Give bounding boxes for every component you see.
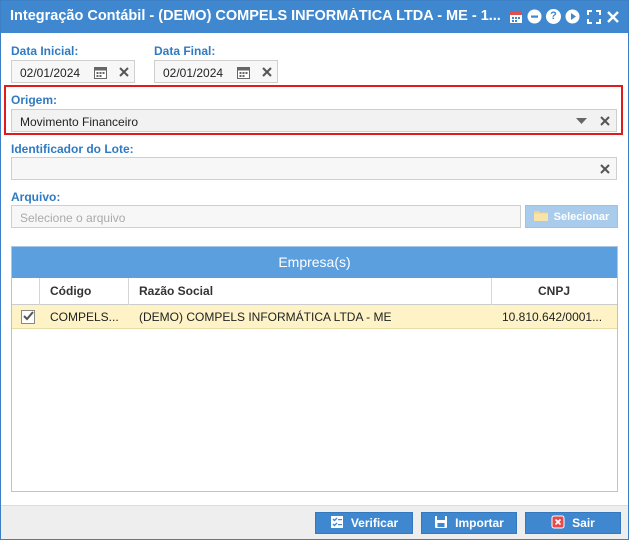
arquivo-placeholder: Selecione o arquivo [20,211,126,225]
dialog-window: Integração Contábil - (DEMO) COMPELS INF… [0,0,629,540]
column-header-codigo[interactable]: Código [40,278,129,305]
data-final-label: Data Final: [154,44,216,58]
title-bar[interactable]: Integração Contábil - (DEMO) COMPELS INF… [1,1,628,33]
minimize-icon[interactable] [527,9,542,24]
table-row[interactable]: COMPELS... (DEMO) COMPELS INFORMÁTICA LT… [12,305,617,329]
clear-icon[interactable] [597,161,613,177]
selecionar-button[interactable]: Selecionar [525,205,618,228]
select-column-header[interactable] [12,278,40,305]
window-title: Integração Contábil - (DEMO) COMPELS INF… [10,8,501,24]
clear-icon[interactable] [259,64,275,80]
data-inicial-field[interactable]: 02/01/2024 [11,60,135,83]
arquivo-field[interactable]: Selecione o arquivo [11,205,521,228]
exit-icon [551,515,565,532]
identificador-lote-label: Identificador do Lote: [11,142,134,156]
origem-value: Movimento Financeiro [20,115,139,129]
close-icon[interactable] [605,9,620,24]
data-final-field[interactable]: 02/01/2024 [154,60,278,83]
chevron-down-icon[interactable] [573,113,589,129]
cell-codigo: COMPELS... [50,310,119,324]
importar-button[interactable]: Importar [421,512,517,534]
checklist-icon [330,515,344,532]
help-icon[interactable]: ? [546,9,561,24]
cell-cnpj: 10.810.642/0001... [502,310,603,324]
sair-label: Sair [572,516,595,530]
identificador-lote-field[interactable] [11,157,617,180]
verificar-label: Verificar [350,516,399,530]
data-inicial-label: Data Inicial: [11,44,79,58]
importar-label: Importar [455,516,504,530]
verificar-button[interactable]: Verificar [315,512,413,534]
grid-header: Código Razão Social CNPJ [12,278,617,305]
row-checkbox[interactable] [21,310,35,324]
column-header-razao-social[interactable]: Razão Social [129,278,492,305]
folder-icon [533,210,548,224]
play-icon[interactable] [565,9,580,24]
save-icon [434,515,448,532]
selecionar-label: Selecionar [553,210,610,223]
clear-icon[interactable] [116,64,132,80]
calendar-icon[interactable] [508,9,523,24]
calendar-picker-icon[interactable] [235,64,251,80]
data-final-value: 02/01/2024 [163,66,224,80]
maximize-icon[interactable] [586,9,601,24]
sair-button[interactable]: Sair [525,512,621,534]
origem-label: Origem: [11,93,58,107]
arquivo-label: Arquivo: [11,190,61,204]
calendar-picker-icon[interactable] [92,64,108,80]
column-header-cnpj[interactable]: CNPJ [492,278,617,305]
footer-bar: Verificar Importar Sair [1,505,628,539]
cell-razao-social: (DEMO) COMPELS INFORMÁTICA LTDA - ME [139,310,392,324]
origem-select[interactable]: Movimento Financeiro [11,109,617,132]
empresas-grid: Empresa(s) Código Razão Social CNPJ COMP… [11,246,618,492]
clear-icon[interactable] [597,113,613,129]
data-inicial-value: 02/01/2024 [20,66,81,80]
grid-title: Empresa(s) [12,247,617,278]
